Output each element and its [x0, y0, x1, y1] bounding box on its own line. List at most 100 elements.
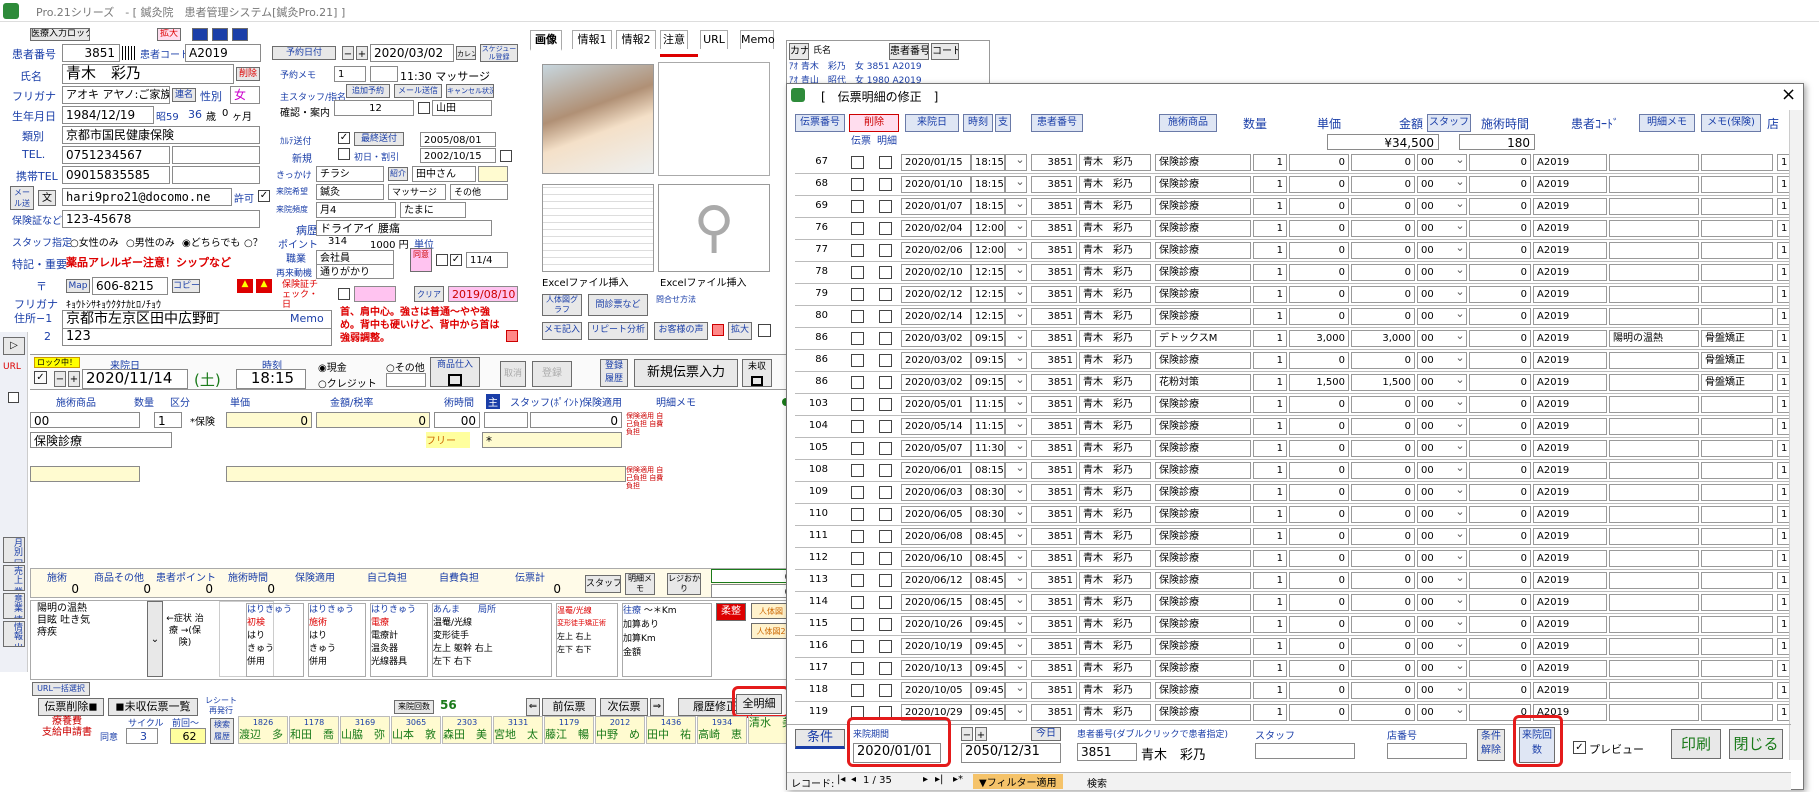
detail-item[interactable]: 保険診療 [1155, 286, 1251, 303]
detail-time[interactable]: 08:30 [971, 506, 1005, 523]
detail-branch[interactable] [1005, 638, 1027, 655]
detail-price[interactable]: 0 [1289, 638, 1349, 655]
questionnaire-button[interactable]: 問診票など [588, 294, 648, 316]
prev-voucher-button[interactable]: 前伝票 [542, 698, 596, 716]
receipt-change-button[interactable]: レジおかり [667, 573, 701, 595]
detail-optime[interactable]: 0 [1469, 528, 1531, 545]
detail-item[interactable]: 保険診療 [1155, 572, 1251, 589]
detail-row[interactable]: 682020/01/1018:153851青木 彩乃保険診療100000A201… [795, 174, 1791, 196]
detail-detail-checkbox[interactable] [879, 596, 892, 609]
detail-date[interactable]: 2020/01/15 [901, 154, 971, 171]
cancel-status-button[interactable]: キャンセル状況 [446, 84, 494, 98]
detail-code[interactable]: A2019 [1533, 308, 1607, 325]
detail-detail-checkbox[interactable] [879, 354, 892, 367]
detail-price[interactable]: 0 [1289, 264, 1349, 281]
detail-staff[interactable]: 00 [1417, 396, 1467, 413]
detail-qty[interactable]: 1 [1253, 484, 1287, 501]
mobile-extra-field[interactable] [172, 166, 260, 184]
sales-button[interactable]: 売上 業務 [3, 565, 25, 591]
lock-checkbox[interactable]: ✓ [34, 371, 47, 384]
detail-staff[interactable]: 00 [1417, 308, 1467, 325]
detail-qty[interactable]: 1 [1253, 330, 1287, 347]
detail-patient-name[interactable]: 青木 彩乃 [1079, 528, 1151, 545]
staff-filter-field[interactable] [1255, 743, 1355, 759]
detail-branch[interactable] [1005, 440, 1027, 457]
detail-item[interactable]: 保険診療 [1155, 220, 1251, 237]
detail-amount[interactable]: 0 [1351, 550, 1415, 567]
detail-code[interactable]: A2019 [1533, 616, 1607, 633]
nav-button-2[interactable] [212, 28, 228, 41]
detail-detail-checkbox[interactable] [879, 662, 892, 675]
detail-row[interactable]: 1082020/06/0108:153851青木 彩乃保険診療100000A20… [795, 460, 1791, 482]
detail-row[interactable]: 1152020/10/2609:453851青木 彩乃保険診療100000A20… [795, 614, 1791, 636]
detail-patient-no[interactable]: 3851 [1031, 352, 1077, 369]
detail-patient-no[interactable]: 3851 [1031, 308, 1077, 325]
detail-date[interactable]: 2020/06/08 [901, 528, 971, 545]
detail-voucher-no[interactable]: 80 [795, 308, 831, 325]
detail-voucher-checkbox[interactable] [851, 596, 864, 609]
detail-date[interactable]: 2020/01/10 [901, 176, 971, 193]
detail-memo-ins[interactable] [1701, 616, 1773, 633]
detail-voucher-checkbox[interactable] [851, 156, 864, 169]
karte-send-checkbox[interactable]: ✓ [338, 132, 350, 144]
detail-memo[interactable] [1609, 462, 1699, 479]
trigger-field[interactable]: チラシ [316, 166, 384, 182]
detail-date[interactable]: 2020/02/10 [901, 264, 971, 281]
detail-qty[interactable]: 1 [1253, 352, 1287, 369]
detail-voucher-no[interactable]: 105 [795, 440, 831, 457]
r2-item[interactable]: 保険診療 [30, 432, 172, 448]
detail-price[interactable]: 0 [1289, 572, 1349, 589]
detail-patient-name[interactable]: 青木 彩乃 [1079, 440, 1151, 457]
kana-field[interactable]: アオキ アヤノ:ご家族 [62, 86, 170, 104]
detail-item[interactable]: 保険診療 [1155, 308, 1251, 325]
detail-patient-name[interactable]: 青木 彩乃 [1079, 572, 1151, 589]
patient-id-field[interactable]: 3851 [62, 44, 120, 62]
patient-list-row-1[interactable]: ｱｵ 青木 彩乃 女 3851 A2019 [789, 59, 922, 72]
detail-patient-name[interactable]: 青木 彩乃 [1079, 264, 1151, 281]
detail-amount[interactable]: 0 [1351, 154, 1415, 171]
detail-date[interactable]: 2020/10/05 [901, 682, 971, 699]
detail-branch[interactable] [1005, 660, 1027, 677]
detail-price[interactable]: 0 [1289, 462, 1349, 479]
detail-staff[interactable]: 00 [1417, 506, 1467, 523]
detail-amount[interactable]: 0 [1351, 198, 1415, 215]
detail-item[interactable]: 保険診療 [1155, 660, 1251, 677]
detail-qty[interactable]: 1 [1253, 528, 1287, 545]
detail-qty[interactable]: 1 [1253, 506, 1287, 523]
tab-info2[interactable]: 情報2 [616, 30, 656, 49]
detail-price[interactable]: 0 [1289, 440, 1349, 457]
detail-patient-no[interactable]: 3851 [1031, 374, 1077, 391]
detail-memo-ins[interactable] [1701, 308, 1773, 325]
detail-row[interactable]: 762020/02/0412:003851青木 彩乃保険診療100000A201… [795, 218, 1791, 240]
detail-memo-ins[interactable] [1701, 594, 1773, 611]
detail-detail-checkbox[interactable] [879, 486, 892, 499]
detail-price[interactable]: 0 [1289, 418, 1349, 435]
detail-item[interactable]: 保険診療 [1155, 176, 1251, 193]
detail-patient-name[interactable]: 青木 彩乃 [1079, 154, 1151, 171]
detail-qty[interactable]: 1 [1253, 462, 1287, 479]
detail-patient-name[interactable]: 青木 彩乃 [1079, 308, 1151, 325]
detail-voucher-checkbox[interactable] [851, 178, 864, 191]
detail-optime[interactable]: 0 [1469, 242, 1531, 259]
detail-branch[interactable] [1005, 616, 1027, 633]
detail-amount[interactable]: 0 [1351, 660, 1415, 677]
detail-patient-no[interactable]: 3851 [1031, 396, 1077, 413]
staff-checkbox[interactable] [418, 102, 430, 114]
opt-any[interactable]: ◉どちらでも [182, 234, 240, 249]
detail-amount[interactable]: 0 [1351, 572, 1415, 589]
detail-voucher-no[interactable]: 119 [795, 704, 831, 721]
detail-detail-checkbox[interactable] [879, 398, 892, 411]
detail-detail-checkbox[interactable] [879, 530, 892, 543]
detail-patient-name[interactable]: 青木 彩乃 [1079, 550, 1151, 567]
detail-time[interactable]: 18:15 [971, 198, 1005, 215]
recent-patient[interactable]: 3131 宮地 太 [493, 716, 543, 744]
detail-voucher-no[interactable]: 115 [795, 616, 831, 633]
today-button[interactable]: 今日 [1031, 727, 1061, 741]
detail-voucher-no[interactable]: 117 [795, 660, 831, 677]
from-plus[interactable]: + [975, 727, 987, 741]
detail-voucher-checkbox[interactable] [851, 442, 864, 455]
detail-detail-checkbox[interactable] [879, 618, 892, 631]
nav-button-1[interactable] [192, 28, 208, 41]
detail-branch[interactable] [1005, 308, 1027, 325]
detail-voucher-checkbox[interactable] [851, 508, 864, 521]
